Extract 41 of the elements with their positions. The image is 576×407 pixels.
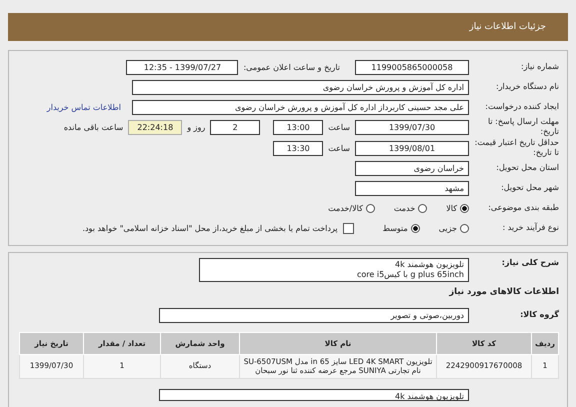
process-radio[interactable]: متوسط	[382, 224, 420, 234]
field-label: مهلت ارسال پاسخ: تا تاریخ:	[486, 117, 559, 138]
buyer-field: اداره کل آموزش و پرورش خراسان رضوی	[132, 80, 469, 94]
days-field: 2	[210, 120, 260, 135]
category-radio[interactable]: کالا	[446, 204, 469, 214]
need-number-field: 1199005865000058	[355, 60, 469, 74]
field-label: حداقل تاریخ اعتبار قیمت: تا تاریخ:	[474, 138, 559, 159]
field-label: طبقه بندی موضوعی:	[487, 203, 559, 214]
checkbox[interactable]	[342, 223, 354, 234]
field-label: ایجاد کننده درخواست:	[484, 102, 559, 112]
field-label: نام دستگاه خریدار:	[495, 82, 559, 92]
province-field: خراسان رضوی	[355, 161, 469, 176]
field-label: شماره نیاز:	[520, 62, 559, 72]
time-label: ساعت	[328, 144, 350, 153]
category-radio[interactable]: کالا/خدمت	[328, 204, 375, 214]
description-field: تلویزیون هوشمند 4k g plus 65inch با کیسcore i5	[199, 258, 469, 282]
time-label: ساعت	[328, 122, 350, 132]
days-label: روز و	[187, 122, 206, 132]
buyer-contact-link[interactable]: اطلاعات تماس خریدار	[46, 102, 121, 112]
remaining-label: ساعت باقی مانده	[64, 122, 124, 132]
page-title: جزئیات اطلاعات نیاز	[469, 22, 546, 32]
field-label: شرح کلی نیاز:	[500, 258, 559, 268]
field-label: نوع فرآیند خرید :	[501, 223, 559, 234]
remaining-time-field: 22:24:18	[128, 120, 182, 135]
deadline-date-field: 1399/07/30	[355, 120, 469, 135]
group-field: دوربین،صوتی و تصویر	[159, 308, 469, 324]
process-radio[interactable]: جزیی	[438, 224, 469, 234]
creator-field: علی مجد حسینی کاربرداز اداره کل آموزش و پرورش خراسان رضوی	[132, 100, 469, 114]
validity-date-field: 1399/08/01	[355, 140, 469, 156]
field-label: شهر محل تحویل:	[500, 183, 559, 194]
city-field: مشهد	[355, 181, 469, 196]
item-description-field: تلویزیون هوشمند 4k	[159, 389, 469, 402]
field-label: گروه کالا:	[519, 310, 559, 321]
field-label: استان محل تحویل:	[495, 163, 559, 174]
announce-date-field: 1399/07/27 - 12:35	[126, 60, 238, 74]
deadline-time-field: 13:00	[273, 120, 324, 135]
validity-time-field: 13:30	[273, 140, 324, 156]
treasury-note: پرداخت تمام یا بخشی از مبلغ خرید،از محل "اسناد خزانه اسلامی" خواهد بود.	[82, 224, 338, 234]
field-label: تاریخ و ساعت اعلان عمومی:	[243, 62, 340, 72]
category-radio[interactable]: خدمت	[394, 204, 428, 214]
section-heading: اطلاعات کالاهای مورد نیاز	[449, 286, 559, 297]
